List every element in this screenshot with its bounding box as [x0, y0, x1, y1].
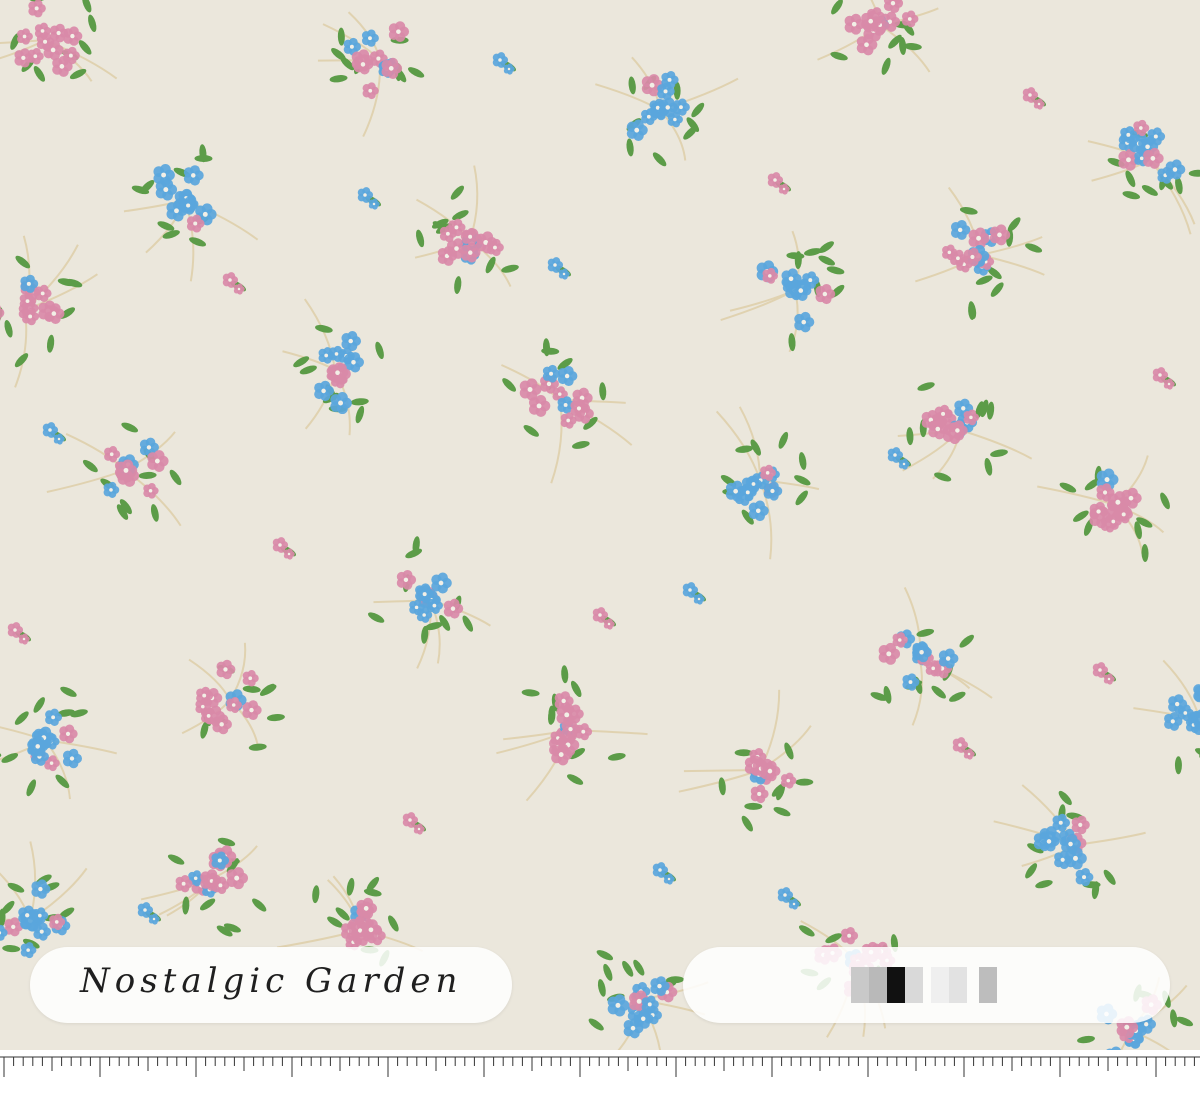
small-blossom: [7, 622, 31, 645]
small-blossom: [402, 812, 426, 835]
flower-cluster: [521, 665, 626, 785]
flower-cluster: [1107, 119, 1200, 200]
flower-cluster: [942, 206, 1043, 320]
small-blossom: [887, 447, 911, 470]
pixelated-code-label: [851, 967, 1011, 1003]
small-blossom: [592, 607, 616, 630]
flower-cluster: [588, 950, 685, 1039]
floral-fabric-print: [0, 0, 1200, 1050]
flower-cluster: [416, 185, 519, 294]
flower-cluster: [626, 70, 705, 167]
pattern-name: Nostalgic Garden: [80, 961, 463, 1001]
flower-cluster: [1164, 684, 1200, 775]
small-blossom: [492, 52, 516, 75]
small-blossom: [42, 422, 66, 445]
flower-cluster: [293, 324, 384, 424]
flower-cluster: [10, 0, 97, 82]
flower-cluster: [329, 21, 425, 100]
flower-cluster: [0, 874, 75, 959]
measurement-ruler: [0, 1050, 1200, 1093]
flower-cluster: [502, 338, 607, 449]
flower-cluster: [870, 628, 974, 704]
small-blossom: [652, 862, 676, 885]
flower-cluster: [1025, 790, 1116, 900]
flower-cluster: [82, 422, 182, 522]
pattern-code-pill: [683, 947, 1170, 1023]
small-blossom: [777, 887, 801, 910]
small-blossom: [1092, 662, 1116, 685]
flower-cluster: [131, 144, 217, 247]
flower-cluster: [0, 686, 88, 797]
flower-cluster: [756, 241, 845, 352]
small-blossom: [1152, 367, 1176, 390]
flower-cluster: [1059, 465, 1170, 562]
small-blossom: [137, 902, 161, 925]
small-blossom: [222, 272, 246, 295]
small-blossom: [357, 187, 381, 210]
flower-cluster: [906, 382, 1008, 482]
flower-cluster: [368, 536, 474, 644]
small-blossom: [1022, 87, 1046, 110]
small-blossom: [682, 582, 706, 605]
flower-cluster: [830, 0, 922, 75]
flower-cluster: [720, 431, 811, 525]
pattern-name-pill: Nostalgic Garden: [30, 947, 512, 1023]
flower-cluster: [0, 255, 83, 368]
small-blossom: [272, 537, 296, 560]
vine-sprig: [46, 431, 182, 527]
small-blossom: [547, 257, 571, 280]
vine-sprig: [0, 726, 118, 800]
flower-cluster: [718, 742, 814, 832]
vine-sprig: [897, 429, 1033, 480]
small-blossom: [767, 172, 791, 195]
small-blossom: [952, 737, 976, 760]
